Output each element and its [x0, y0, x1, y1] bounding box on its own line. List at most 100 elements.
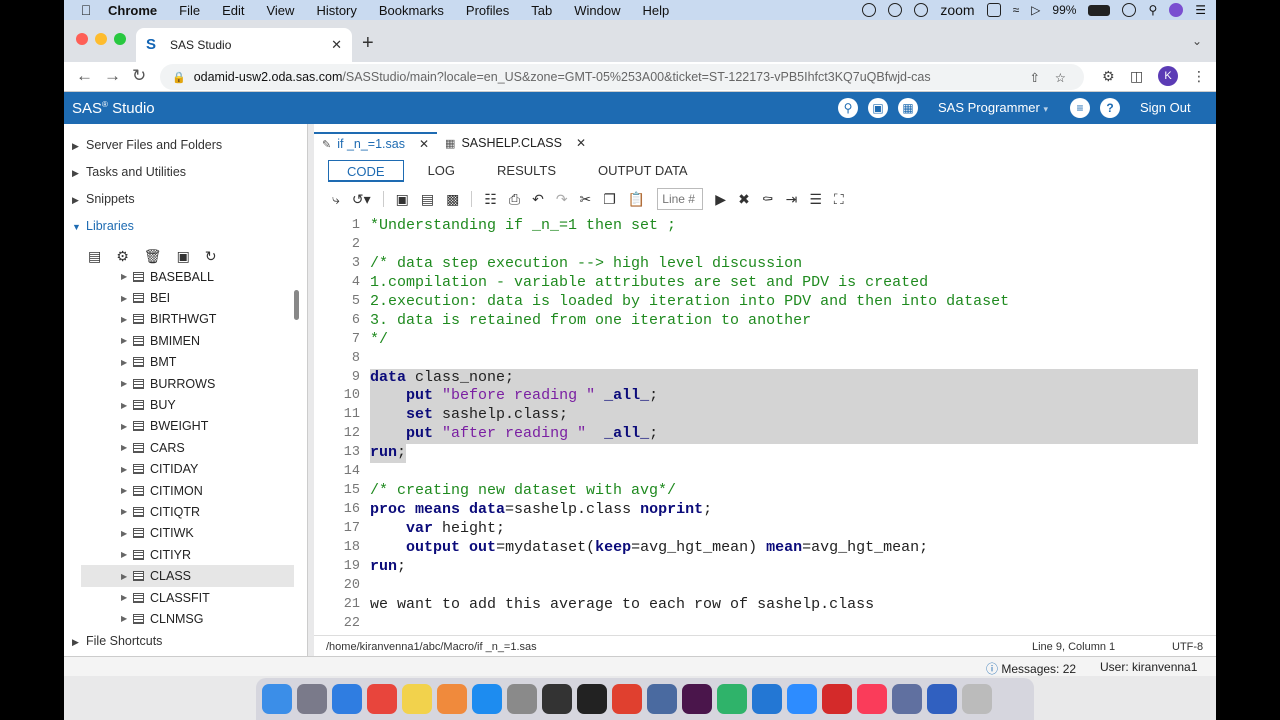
- expand-triangle-icon[interactable]: ▶: [121, 336, 127, 345]
- library-item[interactable]: ▶ BASEBALL: [81, 266, 294, 287]
- profile-avatar[interactable]: K: [1158, 66, 1178, 86]
- export-icon[interactable]: ☷: [484, 191, 497, 208]
- address-bar[interactable]: 🔒 odamid-usw2.oda.sas.com/SASStudio/main…: [160, 64, 1084, 90]
- vscode-icon[interactable]: [752, 684, 782, 714]
- window-zoom-button[interactable]: [114, 33, 126, 45]
- moon-icon[interactable]: [888, 3, 903, 17]
- code-line[interactable]: 5 2.execution: data is loaded by iteratio…: [314, 293, 1198, 312]
- save-as-icon[interactable]: ▤: [421, 191, 434, 208]
- insert-icon[interactable]: ⇥: [786, 191, 798, 208]
- menu-bookmarks[interactable]: Bookmarks: [379, 3, 444, 18]
- section-tasks-utilities[interactable]: ▶ Tasks and Utilities: [72, 165, 186, 179]
- trash-icon[interactable]: [962, 684, 992, 714]
- new-library-icon[interactable]: ▤: [88, 248, 101, 265]
- redo-icon[interactable]: ↷: [556, 191, 568, 208]
- music-icon[interactable]: [857, 684, 887, 714]
- expand-triangle-icon[interactable]: ▶: [121, 486, 127, 495]
- code-line[interactable]: 10 put "before reading " _all_;: [314, 387, 1198, 407]
- menu-window[interactable]: Window: [574, 3, 620, 18]
- properties-icon[interactable]: ⚙: [116, 248, 129, 265]
- finder-icon[interactable]: [262, 684, 292, 714]
- piano-icon[interactable]: [542, 684, 572, 714]
- record-icon[interactable]: [862, 3, 877, 17]
- format-icon[interactable]: ☰: [809, 191, 822, 208]
- code-line[interactable]: 17 var height;: [314, 520, 1198, 539]
- code-line[interactable]: 19 run;: [314, 558, 1198, 577]
- library-item[interactable]: ▶ BMT: [81, 352, 294, 373]
- library-item[interactable]: ▶ CARS: [81, 437, 294, 458]
- apps-grid-icon[interactable]: ▦: [898, 98, 918, 118]
- zoom-icon[interactable]: [787, 684, 817, 714]
- expand-triangle-icon[interactable]: ▶: [121, 422, 127, 431]
- expand-triangle-icon[interactable]: ▶: [121, 358, 127, 367]
- expand-triangle-icon[interactable]: ▶: [121, 315, 127, 324]
- sign-out-link[interactable]: Sign Out: [1140, 100, 1191, 115]
- left-scrollbar[interactable]: [294, 290, 299, 320]
- code-line[interactable]: 18 output out=mydataset(keep=avg_hgt_mea…: [314, 539, 1198, 558]
- spotlight-search-icon[interactable]: ⚲: [1148, 3, 1157, 17]
- window-minimize-button[interactable]: [95, 33, 107, 45]
- menu-history[interactable]: History: [316, 3, 356, 18]
- library-item[interactable]: ▶ BEI: [81, 287, 294, 308]
- library-item[interactable]: ▶ BMIMEN: [81, 330, 294, 351]
- library-item[interactable]: ▶ CLASS: [81, 565, 294, 587]
- battery-icon[interactable]: [1088, 4, 1111, 16]
- section-snippets[interactable]: ▶ Snippets: [72, 192, 135, 206]
- expand-triangle-icon[interactable]: ▶: [121, 272, 127, 281]
- app-store-icon[interactable]: [472, 684, 502, 714]
- expand-triangle-icon[interactable]: ▶: [121, 507, 127, 516]
- photos-icon[interactable]: [437, 684, 467, 714]
- code-line[interactable]: 8: [314, 350, 1198, 369]
- library-item[interactable]: ▶ BWEIGHT: [81, 416, 294, 437]
- volume-icon[interactable]: ▷: [1031, 3, 1040, 17]
- perspective-selector[interactable]: SAS Programmer ▾: [938, 100, 1048, 115]
- close-tab-icon[interactable]: ✕: [331, 37, 342, 53]
- app-icon[interactable]: [892, 684, 922, 714]
- terminal-icon[interactable]: [577, 684, 607, 714]
- menu-view[interactable]: View: [266, 3, 294, 18]
- extensions-puzzle-icon[interactable]: ⚙: [1102, 68, 1115, 85]
- tab-sashelp-class[interactable]: ▦ SASHELP.CLASS ✕: [437, 132, 594, 154]
- acrobat-icon[interactable]: [822, 684, 852, 714]
- menu-profiles[interactable]: Profiles: [466, 3, 509, 18]
- library-item[interactable]: ▶ BURROWS: [81, 373, 294, 394]
- code-line[interactable]: 2: [314, 236, 1198, 255]
- zoom-status[interactable]: zoom: [940, 2, 974, 18]
- code-line[interactable]: 7 */: [314, 331, 1198, 350]
- clock-icon[interactable]: [1122, 3, 1137, 17]
- app-icon[interactable]: [927, 684, 957, 714]
- library-item[interactable]: ▶ BUY: [81, 394, 294, 415]
- search-icon[interactable]: ⚲: [838, 98, 858, 118]
- menu-file[interactable]: File: [179, 3, 200, 18]
- messages-count[interactable]: ⓘ Messages: 22: [986, 660, 1076, 677]
- app-icon[interactable]: [647, 684, 677, 714]
- copy-icon[interactable]: ❐: [603, 191, 616, 208]
- forward-arrow-icon[interactable]: →: [104, 66, 121, 86]
- code-line[interactable]: 6 3. data is retained from one iteration …: [314, 312, 1198, 331]
- launchpad-icon[interactable]: [297, 684, 327, 714]
- code-line[interactable]: 4 1.compilation - variable attributes are…: [314, 274, 1198, 293]
- expand-triangle-icon[interactable]: ▶: [121, 529, 127, 538]
- close-tab-icon[interactable]: ✕: [419, 137, 429, 151]
- code-line[interactable]: 14: [314, 463, 1198, 482]
- control-center-icon[interactable]: ☰: [1195, 3, 1206, 17]
- tab-log[interactable]: LOG: [410, 160, 473, 182]
- open-program-icon[interactable]: ▣: [868, 98, 888, 118]
- library-item[interactable]: ▶ CITIDAY: [81, 459, 294, 480]
- library-item[interactable]: ▶ CLASSFIT: [81, 587, 294, 608]
- expand-triangle-icon[interactable]: ▶: [121, 465, 127, 474]
- more-menu-icon[interactable]: ≡: [1070, 98, 1090, 118]
- back-arrow-icon[interactable]: ←: [76, 66, 93, 86]
- library-item[interactable]: ▶ CITIYR: [81, 544, 294, 565]
- code-line[interactable]: 22: [314, 615, 1198, 633]
- slack-icon[interactable]: [682, 684, 712, 714]
- code-line[interactable]: 20: [314, 577, 1198, 596]
- bookmark-star-icon[interactable]: ☆: [1055, 70, 1066, 85]
- window-close-button[interactable]: [76, 33, 88, 45]
- tab-results[interactable]: RESULTS: [479, 160, 574, 182]
- reload-icon[interactable]: ↻: [132, 66, 146, 86]
- expand-triangle-icon[interactable]: ▶: [121, 443, 127, 452]
- library-item[interactable]: ▶ CITIMON: [81, 480, 294, 501]
- run-icon[interactable]: ⤷: [332, 191, 340, 208]
- library-item[interactable]: ▶ CITIWK: [81, 523, 294, 544]
